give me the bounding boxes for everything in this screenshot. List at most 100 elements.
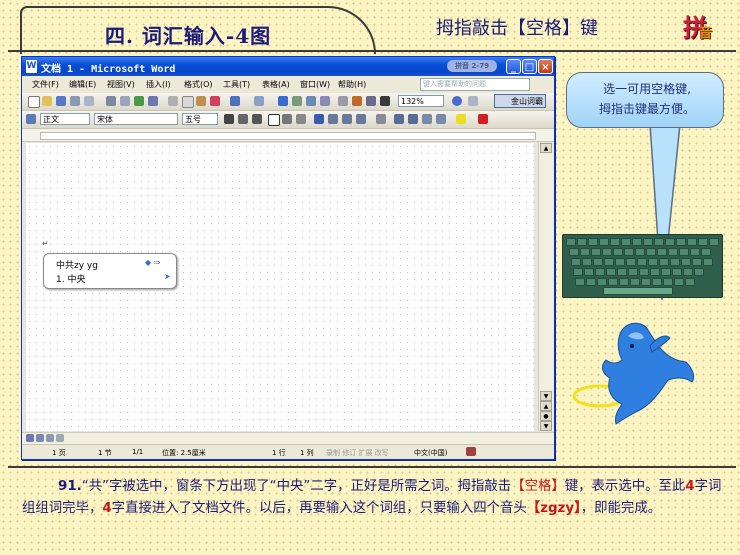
vertical-scrollbar[interactable]: ▲ ▼ ▲ ● ▼ (538, 143, 553, 431)
document-map-icon[interactable] (366, 96, 376, 106)
print-view-icon[interactable] (46, 434, 54, 442)
word-titlebar[interactable]: W 文档 1 - Microsoft Word 拼音 2-79 _ □ × (22, 57, 554, 76)
caption-key-zgzy: 【zgzy】 (526, 501, 581, 516)
bold-icon[interactable] (224, 114, 234, 124)
increase-indent-icon[interactable] (436, 114, 446, 124)
keyboard-key (597, 278, 607, 286)
normal-view-icon[interactable] (26, 434, 34, 442)
keyboard-key (593, 258, 603, 266)
ime-candidate-window: 中共zy yg ◆ ⇒ 1. 中央 ➤ (43, 253, 177, 289)
font-select[interactable]: 宋体 (94, 113, 178, 125)
browse-object-icon[interactable]: ● (540, 411, 552, 421)
menu-window[interactable]: 窗口(W) (300, 79, 330, 90)
style-select[interactable]: 正文 (40, 113, 90, 125)
ime-next-arrow-icon[interactable]: ➤ (164, 272, 171, 281)
open-folder-icon[interactable] (42, 96, 52, 106)
outline-view-icon[interactable] (56, 434, 64, 442)
font-color-icon[interactable] (478, 114, 488, 124)
keyboard-key (626, 258, 636, 266)
keyboard-key (679, 248, 689, 256)
char-scale-icon[interactable] (296, 114, 306, 124)
ask-question-box[interactable]: 键入需要帮助的问题 (420, 78, 530, 91)
caption-part-1: “共”字被选中，窗条下方出现了“中央”二字，正好是所需之词。拇指敲击 (81, 479, 512, 494)
menu-table[interactable]: 表格(A) (262, 79, 290, 90)
scroll-down-icon[interactable]: ▼ (540, 391, 552, 401)
keyboard-key (584, 268, 594, 276)
char-border-icon[interactable] (268, 114, 280, 126)
status-bar: 1 页 1 节 1/1 位置: 2.5厘米 1 行 1 列 录制 修订 扩展 改… (22, 444, 554, 459)
keyboard-key (571, 258, 581, 266)
maximize-button[interactable]: □ (522, 59, 537, 74)
document-page[interactable]: ↵ 中共zy yg ◆ ⇒ 1. 中央 ➤ (26, 143, 534, 431)
underline-icon[interactable] (252, 114, 262, 124)
justify-icon[interactable] (356, 114, 366, 124)
spelling-icon[interactable] (134, 96, 144, 106)
line-spacing-icon[interactable] (376, 114, 386, 124)
tables-borders-icon[interactable] (292, 96, 302, 106)
help-icon[interactable] (452, 96, 462, 106)
bullets-icon[interactable] (408, 114, 418, 124)
spelling-status-icon[interactable] (466, 447, 476, 456)
zoom-select[interactable]: 132% (398, 95, 444, 107)
ime-nav-icon[interactable]: ◆ ⇒ (145, 258, 160, 267)
char-shading-icon[interactable] (282, 114, 292, 124)
columns-icon[interactable] (338, 96, 348, 106)
menu-tools[interactable]: 工具(T) (223, 79, 250, 90)
ime-candidate-1[interactable]: 1. 中央 (56, 272, 85, 285)
keyboard-key (606, 268, 616, 276)
formatting-toolbar: 正文 宋体 五号 (22, 111, 554, 129)
keyboard-key (659, 258, 669, 266)
word-doc-icon[interactable]: W (26, 60, 37, 73)
horizontal-ruler[interactable] (22, 129, 554, 142)
highlight-icon[interactable] (456, 114, 466, 124)
keyboard-key (690, 248, 700, 256)
redo-icon[interactable] (254, 96, 264, 106)
font-size-select[interactable]: 五号 (182, 113, 218, 125)
italic-icon[interactable] (238, 114, 248, 124)
styles-pane-icon[interactable] (26, 114, 36, 124)
print-preview-icon[interactable] (120, 96, 130, 106)
paste-icon[interactable] (196, 96, 206, 106)
menu-insert[interactable]: 插入(I) (146, 79, 171, 90)
jinshan-button[interactable]: 金山词霸 (494, 94, 546, 108)
print-icon[interactable] (106, 96, 116, 106)
keyboard-key (694, 268, 704, 276)
minimize-button[interactable]: _ (506, 59, 521, 74)
menu-edit[interactable]: 编辑(E) (69, 79, 96, 90)
keyboard-key (674, 278, 684, 286)
read-mode-icon[interactable] (468, 96, 478, 106)
format-painter-icon[interactable] (210, 96, 220, 106)
keyboard-key (577, 238, 587, 246)
menu-format[interactable]: 格式(O) (184, 79, 213, 90)
menu-help[interactable]: 帮助(H) (338, 79, 366, 90)
keyboard-key (657, 248, 667, 256)
new-doc-icon[interactable] (28, 96, 40, 108)
undo-icon[interactable] (230, 96, 240, 106)
keyboard-key (575, 278, 585, 286)
close-button[interactable]: × (538, 59, 553, 74)
menu-view[interactable]: 视图(V) (107, 79, 135, 90)
cut-icon[interactable] (168, 96, 178, 106)
email-icon[interactable] (84, 96, 94, 106)
show-hide-icon[interactable] (380, 96, 390, 106)
web-view-icon[interactable] (36, 434, 44, 442)
copy-icon[interactable] (182, 96, 194, 108)
prev-page-icon[interactable]: ▲ (540, 401, 552, 411)
next-page-icon[interactable]: ▼ (540, 421, 552, 431)
decrease-indent-icon[interactable] (422, 114, 432, 124)
insert-excel-icon[interactable] (320, 96, 330, 106)
align-right-icon[interactable] (342, 114, 352, 124)
numbering-icon[interactable] (394, 114, 404, 124)
align-center-icon[interactable] (328, 114, 338, 124)
word-window: W 文档 1 - Microsoft Word 拼音 2-79 _ □ × 文件… (21, 56, 555, 460)
drawing-icon[interactable] (352, 96, 362, 106)
menu-file[interactable]: 文件(F) (32, 79, 59, 90)
hyperlink-icon[interactable] (278, 96, 288, 106)
permission-icon[interactable] (70, 96, 80, 106)
save-icon[interactable] (56, 96, 66, 106)
horizontal-scrollbar[interactable] (22, 432, 554, 444)
research-icon[interactable] (148, 96, 158, 106)
scroll-up-icon[interactable]: ▲ (540, 143, 552, 153)
insert-table-icon[interactable] (306, 96, 316, 106)
align-left-icon[interactable] (314, 114, 324, 124)
